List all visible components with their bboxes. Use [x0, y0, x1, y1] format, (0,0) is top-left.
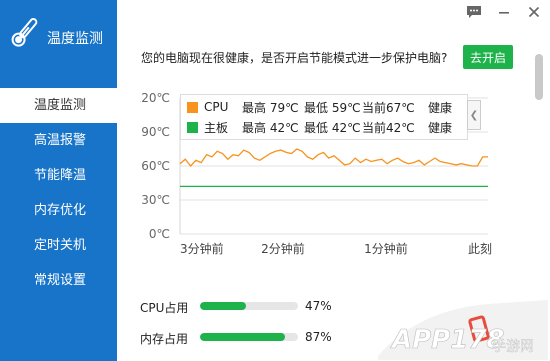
app-brand: 温度监测 [0, 0, 117, 78]
svg-text:手游网: 手游网 [492, 339, 534, 355]
x-tick-label: 此刻 [468, 242, 492, 256]
thermometer-icon [11, 18, 38, 47]
legend-name: 主板 [204, 120, 229, 135]
legend-swatch-cpu [187, 101, 198, 113]
memory-usage-fill [200, 333, 286, 341]
svg-text:APP178: APP178 [390, 325, 505, 355]
legend-min: 最低 42℃ [304, 120, 361, 135]
sidebar-item-general-settings[interactable]: 常规设置 [0, 263, 117, 298]
cpu-usage-label: CPU占用 [140, 301, 189, 315]
sidebar-item-scheduled-shutdown[interactable]: 定时关机 [0, 228, 117, 263]
legend-current: 当前67℃ [362, 100, 415, 115]
legend-current: 当前42℃ [362, 120, 415, 135]
y-tick-label: 120℃ [140, 91, 170, 105]
legend-collapse-arrow-icon[interactable]: ❮ [467, 100, 481, 130]
legend-swatch-mainboard [187, 121, 198, 133]
legend-status: 健康 [428, 100, 453, 115]
chat-icon[interactable] [466, 4, 482, 20]
memory-usage-label: 内存占用 [140, 332, 189, 346]
legend-max: 最高 42℃ [242, 120, 299, 135]
y-tick-label: 90℃ [141, 125, 170, 139]
legend-name: CPU [204, 100, 229, 114]
close-icon[interactable] [526, 4, 542, 20]
y-tick-label: 30℃ [141, 193, 170, 207]
minimize-icon[interactable] [496, 4, 512, 20]
chart-legend: CPU 最高 79℃ 最低 59℃ 当前67℃ 健康 主板 最高 42℃ 最低 … [180, 94, 468, 140]
cpu-usage-fill [200, 302, 247, 310]
legend-min: 最低 59℃ [304, 100, 361, 115]
legend-row-mainboard: 主板 最高 42℃ 最低 42℃ 当前42℃ 健康 [187, 119, 452, 135]
sidebar-item-memory-optimize[interactable]: 内存优化 [0, 193, 117, 228]
legend-row-cpu: CPU 最高 79℃ 最低 59℃ 当前67℃ 健康 [187, 99, 452, 115]
series-line-cpu [179, 148, 488, 168]
x-tick-label: 2分钟前 [261, 241, 305, 256]
sidebar: 温度监测 温度监测 高温报警 节能降温 内存优化 定时关机 常规设置 [0, 0, 117, 361]
window-controls [466, 4, 542, 20]
memory-usage-bar [200, 333, 298, 341]
y-tick-label: 0℃ [149, 227, 170, 241]
health-prompt: 您的电脑现在很健康，是否开启节能模式进一步保护电脑? [141, 51, 448, 65]
legend-status: 健康 [428, 120, 453, 135]
cpu-usage-bar [200, 302, 298, 310]
cpu-usage-percent: 47% [305, 299, 332, 313]
app178-watermark-logo: APP178 手游网 [378, 300, 548, 360]
x-tick-label: 3分钟前 [180, 241, 224, 256]
x-tick-label: 1分钟前 [364, 241, 408, 256]
y-tick-label: 60℃ [141, 159, 170, 173]
sidebar-item-temperature-monitor[interactable]: 温度监测 [0, 88, 117, 123]
app-title: 温度监测 [47, 31, 103, 47]
legend-max: 最高 79℃ [242, 100, 299, 115]
memory-usage-percent: 87% [305, 330, 332, 344]
sidebar-item-high-temp-alarm[interactable]: 高温报警 [0, 123, 117, 158]
enable-energy-mode-button[interactable]: 去开启 [463, 45, 513, 69]
scrollbar-thumb[interactable] [535, 54, 543, 100]
sidebar-item-energy-cooling[interactable]: 节能降温 [0, 158, 117, 193]
